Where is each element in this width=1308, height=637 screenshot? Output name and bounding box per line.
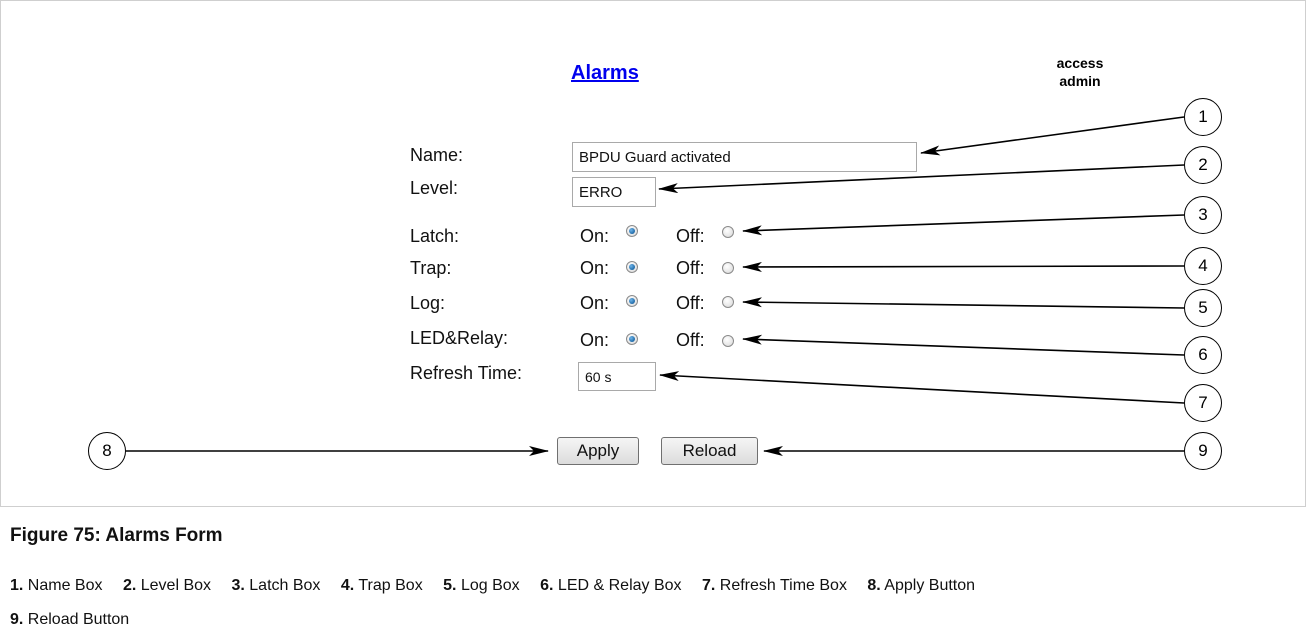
callout-2: 2: [1184, 146, 1222, 184]
latch-label: Latch:: [410, 226, 460, 246]
figure-legend: 1. Name Box 2. Level Box 3. Latch Box 4.…: [10, 569, 1290, 637]
refresh-time-label: Refresh Time:: [410, 363, 523, 383]
legend-item: 4. Trap Box: [340, 577, 423, 594]
callout-8: 8: [88, 432, 126, 470]
latch-on-radio[interactable]: [626, 225, 638, 237]
name-label: Name:: [410, 145, 464, 165]
callout-7: 7: [1184, 384, 1222, 422]
legend-item: 8. Apply Button: [867, 577, 976, 594]
trap-on-label: On:: [580, 258, 610, 278]
name-field[interactable]: BPDU Guard activated: [572, 142, 917, 172]
callout-1: 1: [1184, 98, 1222, 136]
trap-on-radio[interactable]: [626, 261, 638, 273]
legend-item: 5. Log Box: [443, 577, 520, 594]
refresh-time-field[interactable]: 60 s: [578, 362, 656, 391]
legend-item: 2. Level Box: [122, 577, 212, 594]
callout-5: 5: [1184, 289, 1222, 327]
trap-label: Trap:: [410, 258, 452, 278]
log-on-label: On:: [580, 293, 610, 313]
access-value: admin: [1059, 73, 1101, 89]
page-title-link[interactable]: Alarms: [571, 62, 639, 85]
figure-caption-title: Figure 75: Alarms Form: [10, 525, 223, 546]
log-off-radio[interactable]: [722, 296, 734, 308]
access-label: access: [1056, 55, 1104, 71]
trap-off-label: Off:: [676, 258, 705, 278]
log-off-label: Off:: [676, 293, 705, 313]
trap-off-radio[interactable]: [722, 262, 734, 274]
led-relay-off-radio[interactable]: [722, 335, 734, 347]
legend-item: 1. Name Box: [10, 577, 103, 594]
latch-on-label: On:: [580, 226, 610, 246]
callout-6: 6: [1184, 336, 1222, 374]
callout-4: 4: [1184, 247, 1222, 285]
legend-item: 6. LED & Relay Box: [540, 577, 682, 594]
led-relay-off-label: Off:: [676, 330, 705, 350]
reload-button[interactable]: Reload: [661, 437, 758, 465]
apply-button[interactable]: Apply: [557, 437, 639, 465]
led-relay-on-label: On:: [580, 330, 610, 350]
latch-off-radio[interactable]: [722, 226, 734, 238]
led-relay-label: LED&Relay:: [410, 328, 509, 348]
legend-item: 3. Latch Box: [231, 577, 321, 594]
legend-item: 9. Reload Button: [10, 611, 130, 628]
log-label: Log:: [410, 293, 446, 313]
access-level: access admin: [1025, 54, 1135, 90]
log-on-radio[interactable]: [626, 295, 638, 307]
led-relay-on-radio[interactable]: [626, 333, 638, 345]
latch-off-label: Off:: [676, 226, 705, 246]
callout-9: 9: [1184, 432, 1222, 470]
level-label: Level:: [410, 178, 459, 198]
callout-3: 3: [1184, 196, 1222, 234]
legend-item: 7. Refresh Time Box: [701, 577, 847, 594]
level-field[interactable]: ERRO: [572, 177, 656, 207]
